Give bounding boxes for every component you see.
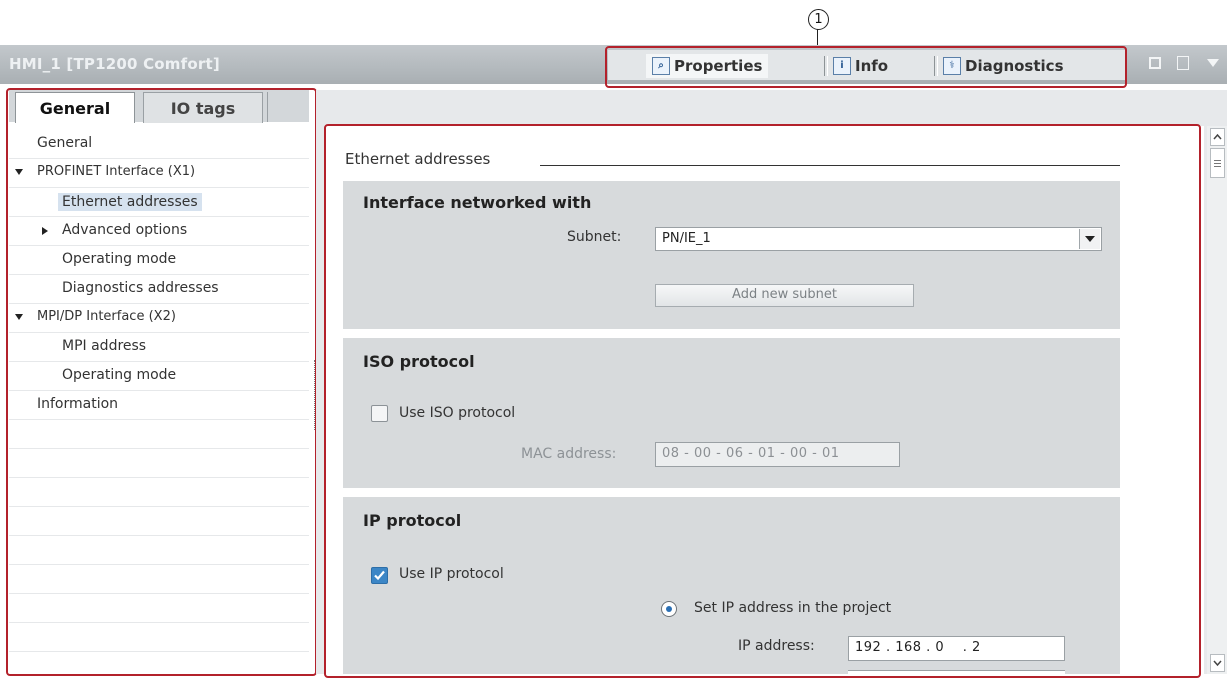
set-ip-in-project-label: Set IP address in the project [694,600,892,616]
chevron-down-icon[interactable] [1207,59,1219,67]
iso-protocol-title: ISO protocol [363,352,475,371]
checkmark-icon [374,570,385,581]
maximize-icon[interactable] [1177,56,1189,70]
set-ip-in-project-radio[interactable] [661,601,677,617]
subnet-value: PN/IE_1 [662,231,711,246]
window-title: HMI_1 [TP1200 Comfort] [9,55,220,73]
use-ip-protocol-label: Use IP protocol [399,566,504,582]
ip-address-label: IP address: [738,638,815,654]
mac-address-label: MAC address: [521,446,617,462]
heading-rule [540,165,1120,166]
scroll-down-button[interactable] [1210,654,1225,672]
subnet-select[interactable]: PN/IE_1 [655,227,1102,251]
callout-1: 1 [808,9,829,30]
vertical-scrollbar[interactable] [1207,126,1227,674]
use-iso-protocol-label: Use ISO protocol [399,405,516,421]
interface-networked-title: Interface networked with [363,193,592,212]
subnet-label: Subnet: [567,229,622,245]
section-heading: Ethernet addresses [345,150,491,168]
callout-1-highlight [605,46,1127,88]
add-new-subnet-button[interactable]: Add new subnet [655,284,914,307]
use-ip-protocol-checkbox[interactable] [371,567,388,584]
use-iso-protocol-checkbox[interactable] [371,405,388,422]
dropdown-button[interactable] [1079,229,1100,249]
mac-address-field: 08 - 00 - 06 - 01 - 00 - 01 [655,442,900,467]
scroll-up-button[interactable] [1210,128,1225,146]
ip-protocol-title: IP protocol [363,511,462,530]
iso-protocol-section: ISO protocol Use ISO protocol MAC addres… [343,338,1120,488]
chevron-up-icon [1213,133,1222,140]
scroll-thumb[interactable] [1210,148,1225,178]
interface-networked-section: Interface networked with Subnet: PN/IE_1… [343,181,1120,329]
float-window-icon[interactable] [1149,57,1161,69]
subnet-mask-field-partial[interactable] [848,670,1065,675]
ip-address-field[interactable]: 192 . 168 . 0 . 2 [848,636,1065,661]
chevron-down-icon [1213,660,1222,667]
ip-protocol-section: IP protocol Use IP protocol Set IP addre… [343,497,1120,675]
callout-3-highlight [6,88,317,676]
chevron-down-icon [1085,236,1095,242]
